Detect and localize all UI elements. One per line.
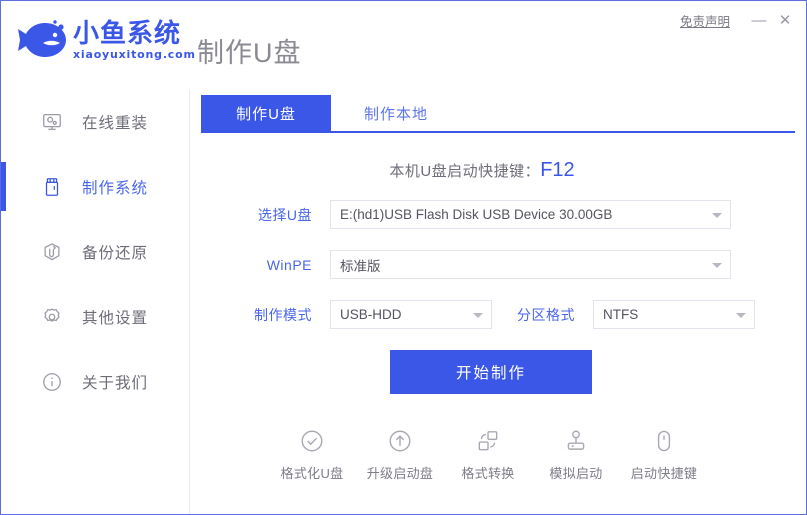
sidebar-label-about-us: 关于我们 bbox=[82, 374, 149, 392]
joystick-icon bbox=[561, 426, 591, 456]
boot-shortcut-key: F12 bbox=[540, 159, 575, 181]
tab-bar: 制作U盘 制作本地 bbox=[201, 95, 795, 133]
tool-format-usb[interactable]: 格式化U盘 bbox=[268, 426, 356, 482]
tool-simulate-boot[interactable]: 模拟启动 bbox=[532, 426, 620, 482]
partition-format-value: NTFS bbox=[603, 307, 639, 322]
mouse-icon bbox=[649, 426, 679, 456]
app-window: 小鱼系统 xiaoyuxitong.com 制作U盘 免责声明 — ✕ 在线重装… bbox=[0, 0, 807, 515]
boot-shortcut-hint: 本机U盘启动快捷键：F12 bbox=[190, 159, 806, 182]
sidebar-item-online-reinstall[interactable]: 在线重装 bbox=[1, 89, 189, 154]
tool-row: 格式化U盘 升级启动盘 格式转换 模拟启动 启动快捷键 bbox=[190, 426, 806, 482]
winpe-value: 标准版 bbox=[340, 258, 381, 274]
tool-label-upgrade-boot-disk: 升级启动盘 bbox=[366, 466, 434, 481]
start-make-button[interactable]: 开始制作 bbox=[390, 350, 592, 394]
brand-name-en: xiaoyuxitong.com bbox=[73, 47, 196, 61]
backup-restore-icon bbox=[39, 239, 65, 265]
label-make-mode: 制作模式 bbox=[254, 306, 312, 323]
tool-label-format-convert: 格式转换 bbox=[461, 466, 515, 481]
sidebar-item-other-settings[interactable]: 其他设置 bbox=[1, 284, 189, 349]
boot-shortcut-label: 本机U盘启动快捷键： bbox=[389, 163, 541, 180]
chevron-down-icon bbox=[473, 312, 483, 318]
sidebar: 在线重装 制作系统 备份还原 其他设置 关于我们 bbox=[1, 89, 190, 514]
fish-icon bbox=[18, 20, 66, 57]
tool-label-simulate-boot: 模拟启动 bbox=[549, 466, 603, 481]
label-partition-format: 分区格式 bbox=[517, 306, 575, 323]
window-controls: 免责声明 — ✕ bbox=[680, 10, 798, 30]
brand-name-cn: 小鱼系统 bbox=[73, 18, 182, 49]
sidebar-label-other-settings: 其他设置 bbox=[82, 309, 149, 327]
select-usb-dropdown[interactable]: E:(hd1)USB Flash Disk USB Device 30.00GB bbox=[330, 200, 731, 229]
form-row-usb: 选择U盘 E:(hd1)USB Flash Disk USB Device 30… bbox=[220, 200, 806, 229]
tool-upgrade-boot-disk[interactable]: 升级启动盘 bbox=[356, 426, 444, 482]
close-button[interactable]: ✕ bbox=[772, 10, 798, 30]
check-circle-icon bbox=[297, 426, 327, 456]
chevron-down-icon bbox=[712, 212, 722, 218]
tool-boot-shortcut[interactable]: 启动快捷键 bbox=[620, 426, 708, 482]
brand-logo: 小鱼系统 xiaoyuxitong.com bbox=[15, 17, 196, 63]
format-convert-icon bbox=[473, 426, 503, 456]
tab-make-local[interactable]: 制作本地 bbox=[331, 95, 461, 131]
gear-icon bbox=[39, 304, 65, 330]
sidebar-label-online-reinstall: 在线重装 bbox=[82, 114, 149, 132]
arrow-up-circle-icon bbox=[385, 426, 415, 456]
winpe-dropdown[interactable]: 标准版 bbox=[330, 250, 731, 279]
main-panel: 制作U盘 制作本地 本机U盘启动快捷键：F12 选择U盘 E:(hd1)USB … bbox=[190, 89, 806, 514]
disclaimer-link[interactable]: 免责声明 bbox=[680, 11, 730, 30]
sidebar-item-make-system[interactable]: 制作系统 bbox=[1, 154, 189, 219]
partition-format-dropdown[interactable]: NTFS bbox=[593, 300, 755, 329]
sidebar-item-about-us[interactable]: 关于我们 bbox=[1, 349, 189, 414]
sidebar-label-backup-restore: 备份还原 bbox=[82, 244, 149, 262]
chevron-down-icon bbox=[712, 262, 722, 268]
page-title: 制作U盘 bbox=[197, 38, 302, 68]
tool-format-convert[interactable]: 格式转换 bbox=[444, 426, 532, 482]
usb-form: 选择U盘 E:(hd1)USB Flash Disk USB Device 30… bbox=[190, 200, 806, 329]
form-row-winpe: WinPE 标准版 bbox=[220, 250, 806, 279]
title-bar: 小鱼系统 xiaoyuxitong.com 制作U盘 免责声明 — ✕ bbox=[1, 1, 806, 89]
tool-label-format-usb: 格式化U盘 bbox=[280, 466, 344, 481]
make-mode-value: USB-HDD bbox=[340, 307, 402, 322]
tab-make-usb[interactable]: 制作U盘 bbox=[201, 95, 331, 131]
form-row-mode-partition: 制作模式 USB-HDD 分区格式 NTFS bbox=[220, 300, 806, 329]
tool-label-boot-shortcut: 启动快捷键 bbox=[630, 466, 698, 481]
sidebar-item-backup-restore[interactable]: 备份还原 bbox=[1, 219, 189, 284]
monitor-icon bbox=[39, 109, 65, 135]
label-winpe: WinPE bbox=[266, 256, 312, 273]
sidebar-label-make-system: 制作系统 bbox=[82, 179, 149, 197]
primary-action-row: 开始制作 bbox=[190, 350, 806, 394]
label-select-usb: 选择U盘 bbox=[257, 206, 312, 223]
usb-drive-icon bbox=[39, 174, 65, 200]
info-circle-icon bbox=[39, 369, 65, 395]
minimize-button[interactable]: — bbox=[746, 10, 772, 30]
brand-text: 小鱼系统 xiaoyuxitong.com bbox=[73, 20, 196, 61]
make-mode-dropdown[interactable]: USB-HDD bbox=[330, 300, 492, 329]
select-usb-value: E:(hd1)USB Flash Disk USB Device 30.00GB bbox=[340, 207, 613, 222]
chevron-down-icon bbox=[736, 312, 746, 318]
